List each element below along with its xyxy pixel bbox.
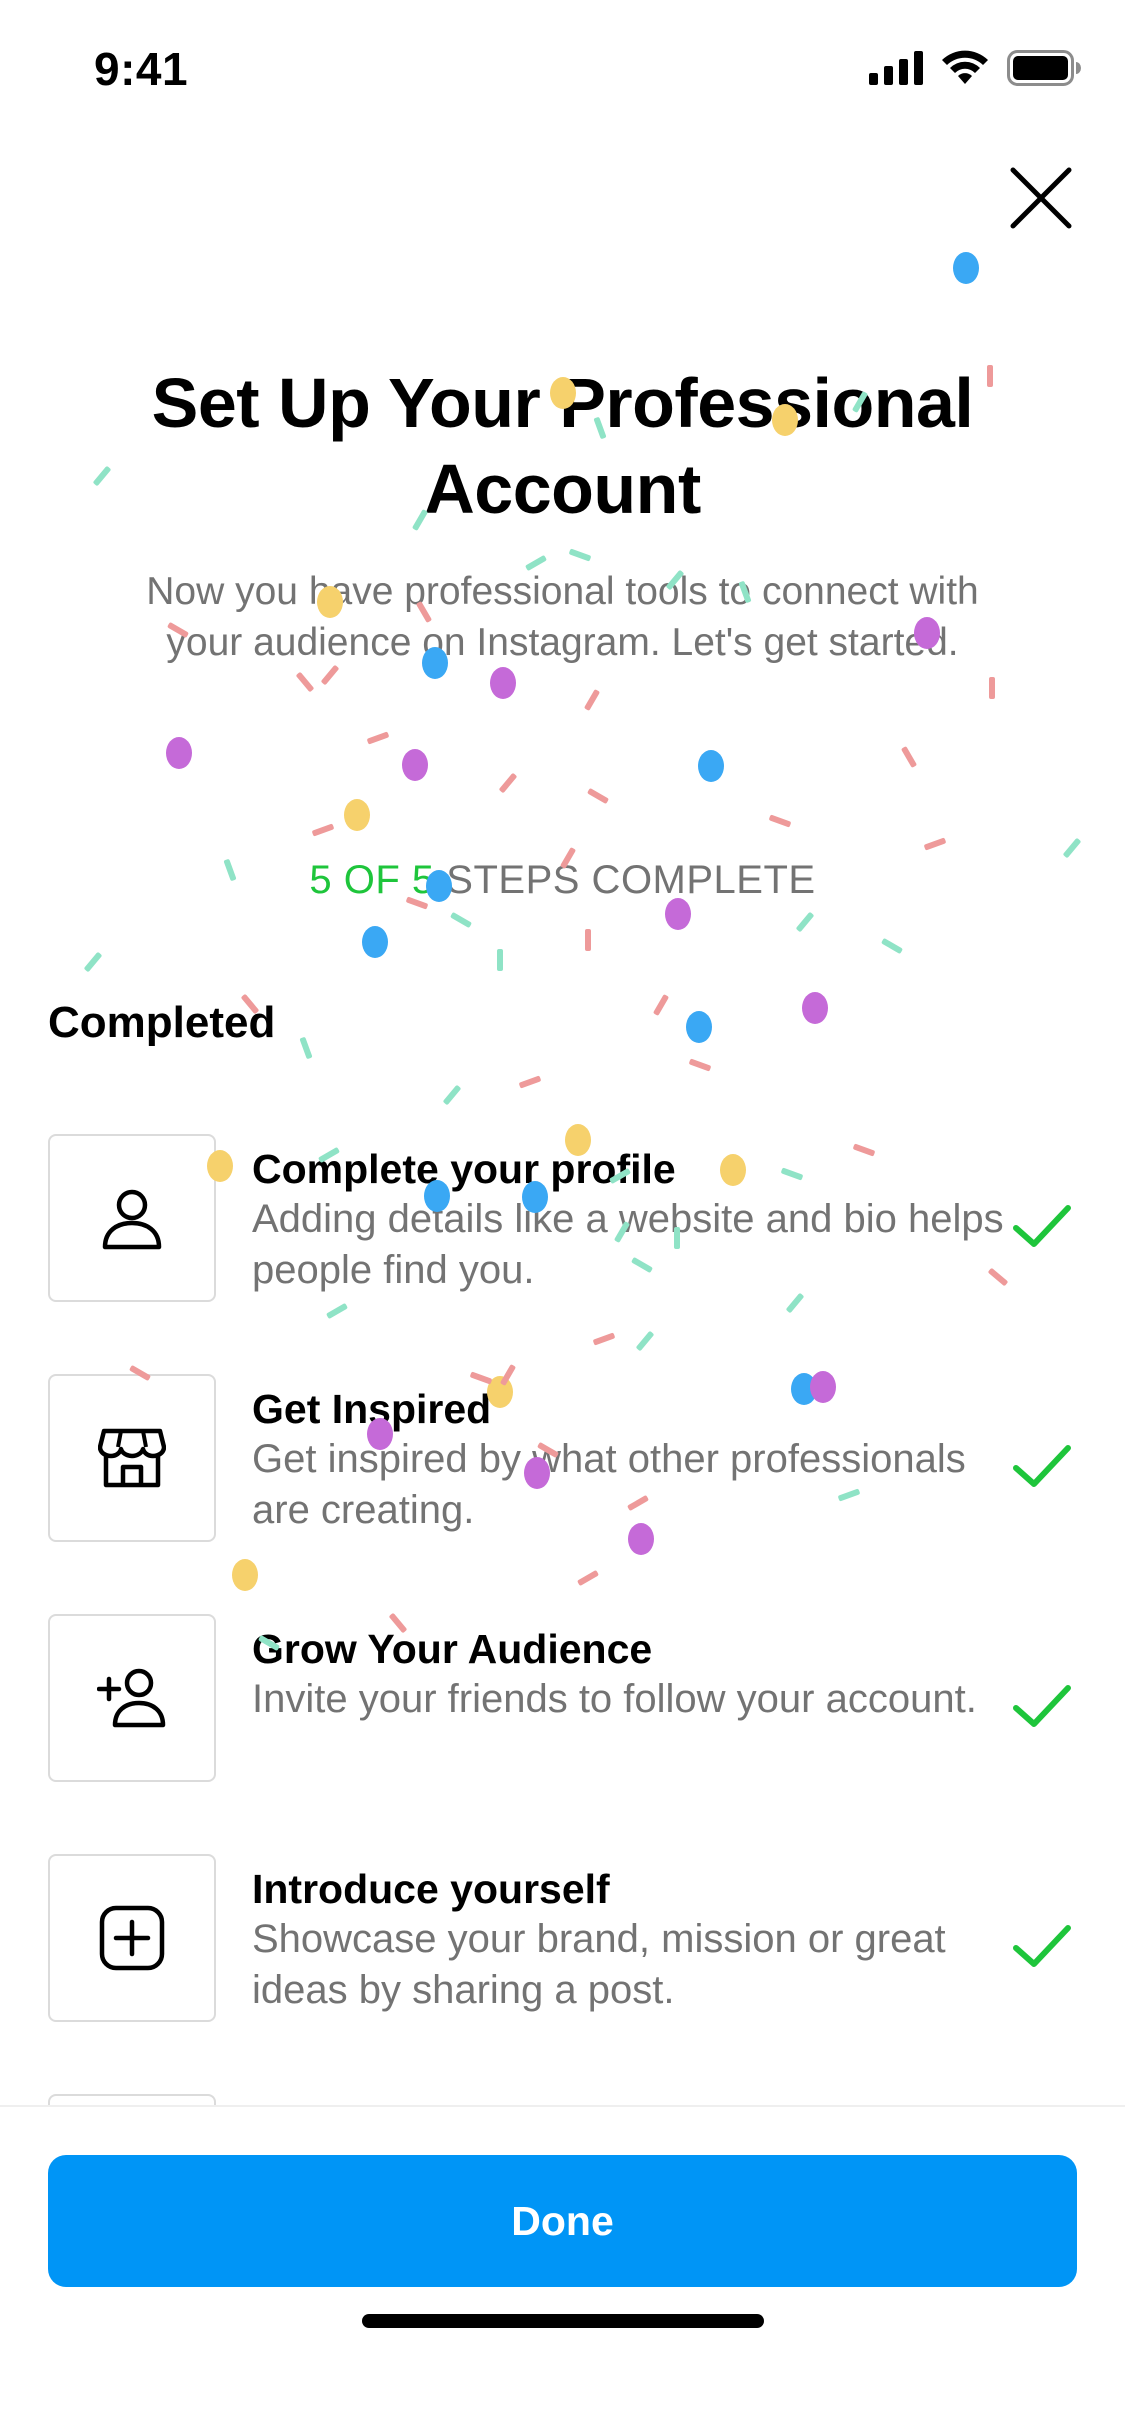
confetti-streak	[1063, 838, 1081, 858]
home-indicator	[362, 2314, 764, 2328]
confetti-streak	[299, 1037, 313, 1059]
confetti-dot	[344, 799, 370, 831]
close-button[interactable]	[1005, 162, 1077, 234]
confetti-dot	[802, 992, 828, 1024]
confetti-streak	[769, 814, 791, 828]
shop-icon	[98, 1428, 166, 1488]
done-button[interactable]: Done	[48, 2155, 1077, 2287]
checkmark-icon	[1013, 1205, 1071, 1247]
confetti-dot	[698, 750, 724, 782]
step-description: Adding details like a website and bio he…	[252, 1197, 1004, 1292]
add-post-icon	[99, 1905, 165, 1971]
confetti-dot	[166, 737, 192, 769]
confetti-streak	[296, 672, 314, 692]
confetti-streak	[924, 837, 946, 851]
step-complete-profile[interactable]: Complete your profile Adding details lik…	[0, 1134, 1125, 1374]
confetti-dot	[953, 252, 979, 284]
signal-icon	[869, 51, 923, 85]
step-description: Invite your friends to follow your accou…	[252, 1677, 977, 1721]
confetti-streak	[689, 1058, 711, 1072]
add-person-icon	[97, 1668, 166, 1728]
steps-list: Complete your profile Adding details lik…	[0, 1134, 1125, 2094]
checkmark-icon	[1013, 1685, 1071, 1727]
step-grow-audience[interactable]: Grow Your Audience Invite your friends t…	[0, 1614, 1125, 1854]
confetti-streak	[84, 952, 102, 972]
step-icon-box	[48, 1614, 216, 1782]
page-subtitle: Now you have professional tools to conne…	[146, 570, 979, 664]
status-icons	[869, 50, 1081, 86]
confetti-streak	[881, 938, 903, 954]
confetti-streak	[312, 823, 334, 837]
confetti-streak	[519, 1075, 541, 1089]
confetti-streak	[989, 677, 995, 699]
step-icon-box	[48, 1374, 216, 1542]
progress-done-count: 5 OF 5	[309, 858, 435, 902]
page-title: Set Up Your Professional Account	[151, 364, 974, 528]
step-description: Get inspired by what other professionals…	[252, 1437, 966, 1532]
confetti-dot	[362, 926, 388, 958]
confetti-streak	[587, 788, 609, 804]
confetti-dot	[402, 749, 428, 781]
step-icon-box	[48, 1134, 216, 1302]
checkmark-icon	[1013, 1925, 1071, 1967]
confetti-streak	[901, 746, 917, 768]
confetti-streak	[569, 548, 591, 562]
step-title: Complete your profile	[252, 1146, 676, 1192]
completed-section-title: Completed	[48, 998, 276, 1047]
confetti-streak	[497, 949, 503, 971]
confetti-streak	[367, 731, 389, 745]
step-get-inspired[interactable]: Get Inspired Get inspired by what other …	[0, 1374, 1125, 1614]
step-title: Grow Your Audience	[252, 1626, 653, 1672]
confetti-streak	[796, 912, 814, 932]
confetti-streak	[584, 689, 600, 711]
confetti-streak	[585, 929, 591, 951]
battery-icon	[1007, 50, 1081, 86]
progress-text: 5 OF 5 STEPS COMPLETE	[0, 858, 1125, 903]
close-icon	[1010, 167, 1072, 229]
checkmark-icon	[1013, 1445, 1071, 1487]
confetti-streak	[499, 773, 517, 793]
step-introduce-yourself[interactable]: Introduce yourself Showcase your brand, …	[0, 1854, 1125, 2094]
confetti-streak	[653, 994, 669, 1016]
confetti-dot	[490, 667, 516, 699]
footer: Done	[0, 2105, 1125, 2436]
step-description: Showcase your brand, mission or great id…	[252, 1917, 946, 2012]
step-title: Get Inspired	[252, 1386, 492, 1432]
confetti-streak	[443, 1085, 461, 1105]
step-icon-box	[48, 1854, 216, 2022]
step-title: Introduce yourself	[252, 1866, 610, 1912]
confetti-dot	[686, 1011, 712, 1043]
status-bar: 9:41	[0, 0, 1125, 140]
progress-label: STEPS COMPLETE	[434, 858, 816, 902]
confetti-streak	[450, 912, 472, 928]
status-time: 9:41	[94, 43, 189, 95]
person-icon	[102, 1189, 162, 1250]
wifi-icon	[942, 50, 988, 84]
